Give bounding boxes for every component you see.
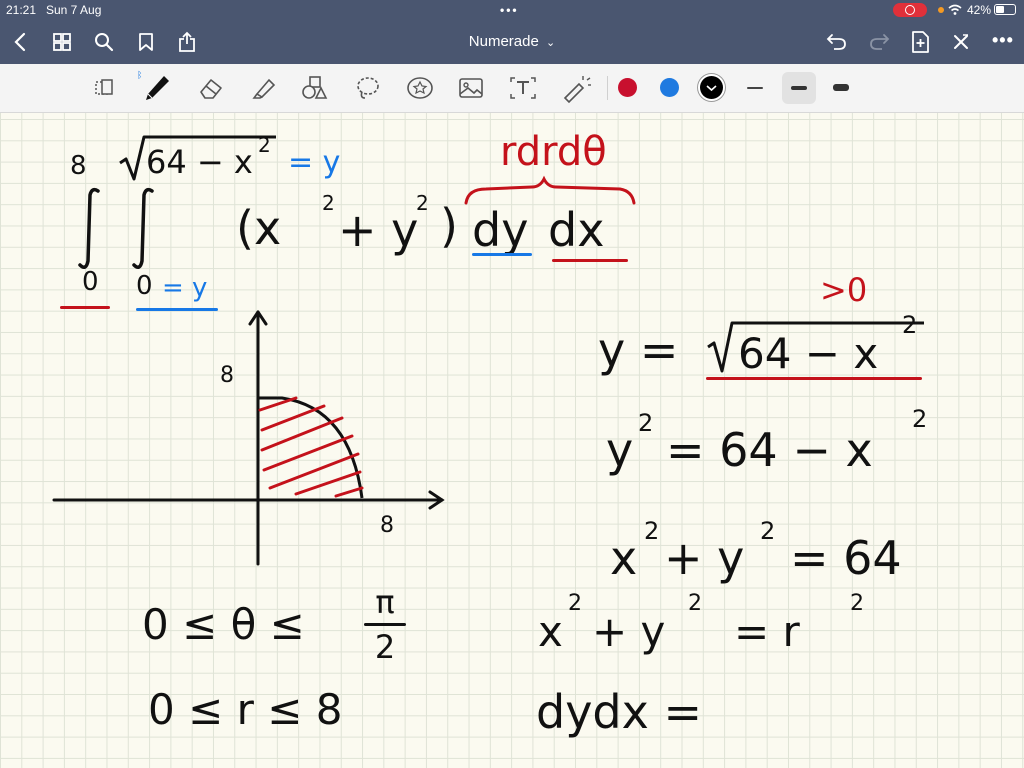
image-icon[interactable] <box>458 76 484 100</box>
fraction-bar <box>364 623 406 626</box>
eraser-icon[interactable] <box>197 76 225 100</box>
mic-indicator-icon <box>938 7 944 13</box>
dy-underline <box>472 253 532 256</box>
stroke-thick-button[interactable] <box>833 84 849 91</box>
sticker-icon[interactable] <box>405 74 435 102</box>
status-date: Sun 7 Aug <box>46 3 102 17</box>
color-swatch-black-selected[interactable] <box>700 76 723 99</box>
integrand-plus-y: + y <box>338 203 419 257</box>
line2-y: y <box>606 423 634 477</box>
laser-pointer-icon[interactable] <box>561 72 591 104</box>
text-icon[interactable] <box>509 75 537 101</box>
integral-signs <box>78 187 154 269</box>
stroke-medium-button-selected[interactable] <box>782 72 816 104</box>
positive-note: >0 <box>820 271 868 309</box>
multitasking-dots-icon[interactable]: ••• <box>500 3 519 17</box>
line2-exponent: 2 <box>638 409 654 437</box>
integrand-close: ) <box>440 199 458 253</box>
line1-root: 64 − x <box>738 329 879 378</box>
inner-upper-equals-y: = y <box>288 145 341 180</box>
line4-exponent-a: 2 <box>568 591 582 616</box>
battery-percent: 42% <box>967 3 992 17</box>
line4-exponent-c: 2 <box>850 591 864 616</box>
line1-exponent: 2 <box>902 311 918 339</box>
inner-lower-equals-y: = y <box>162 273 208 303</box>
differential-dy: dy <box>472 203 529 257</box>
integrand-exponent-2: 2 <box>416 191 429 215</box>
inner-lower-limit: 0 <box>136 271 153 301</box>
outer-upper-limit: 8 <box>70 151 87 181</box>
line3-exponent-a: 2 <box>644 517 660 545</box>
document-title: Numerade <box>468 33 539 50</box>
integrand-exponent-1: 2 <box>322 191 335 215</box>
polar-differential: rdrdθ <box>500 129 607 175</box>
y-axis-tick-8: 8 <box>220 363 234 388</box>
lasso-icon[interactable] <box>354 74 382 102</box>
shapes-icon[interactable] <box>300 74 328 102</box>
screen-recording-icon[interactable] <box>893 3 927 17</box>
line4-plus-y: + y <box>592 607 666 656</box>
highlighter-icon[interactable] <box>249 74 277 102</box>
add-page-icon[interactable] <box>910 30 930 54</box>
stroke-thin-button[interactable] <box>747 87 763 89</box>
undo-icon[interactable] <box>826 32 848 52</box>
title-chevron-down-icon: ⌄ <box>546 37 556 49</box>
polar-differential-brace <box>464 175 636 205</box>
line1-underline <box>706 377 922 380</box>
toolbar-divider <box>607 76 608 100</box>
integrand-open: (x <box>236 201 282 255</box>
inner-upper-root: 64 − x <box>146 143 253 181</box>
line1-lhs: y = <box>598 323 679 377</box>
line3-rhs: = 64 <box>790 531 902 585</box>
pen-icon[interactable] <box>142 72 172 104</box>
wifi-icon <box>948 4 962 15</box>
chevron-down-icon <box>706 85 717 92</box>
pi-denominator: 2 <box>374 628 396 666</box>
line2-rhs: = 64 − x <box>666 423 873 477</box>
dx-underline <box>552 259 628 262</box>
status-bar: 21:21 Sun 7 Aug ••• 42% <box>0 0 1024 20</box>
outer-lower-limit: 0 <box>82 267 99 297</box>
pi-numerator: π <box>375 583 395 621</box>
note-canvas[interactable]: 8 64 − x 2 = y 0 0 = y (x 2 + y 2 ) dy d… <box>0 113 1024 768</box>
line5-dydx: dydx = <box>536 685 703 739</box>
battery-icon <box>994 4 1016 15</box>
inner-upper-exponent: 2 <box>258 133 271 157</box>
pi-over-2: π 2 <box>360 583 410 666</box>
drawing-toolbar: ᛒ <box>0 64 1024 113</box>
line3-x: x <box>610 531 638 585</box>
line4-rhs: = r <box>734 607 800 656</box>
differential-dx: dx <box>548 203 605 257</box>
line4-exponent-b: 2 <box>688 591 702 616</box>
more-options-icon[interactable]: ••• <box>992 30 1014 51</box>
redo-icon[interactable] <box>868 32 890 52</box>
color-swatch-red[interactable] <box>618 78 637 97</box>
theta-bounds: 0 ≤ θ ≤ <box>142 600 305 649</box>
x-axis-tick-8: 8 <box>380 513 394 538</box>
line4-x: x <box>538 607 563 656</box>
line2-exponent-2: 2 <box>912 405 928 433</box>
color-swatch-blue[interactable] <box>660 78 679 97</box>
lasso-select-icon[interactable] <box>94 78 116 98</box>
line3-plus-y: + y <box>664 531 745 585</box>
nav-bar: Numerade ⌄ ••• <box>0 20 1024 64</box>
line3-exponent-b: 2 <box>760 517 776 545</box>
close-tools-icon[interactable] <box>952 33 970 51</box>
status-time: 21:21 <box>6 3 37 17</box>
r-bounds: 0 ≤ r ≤ 8 <box>148 685 343 734</box>
